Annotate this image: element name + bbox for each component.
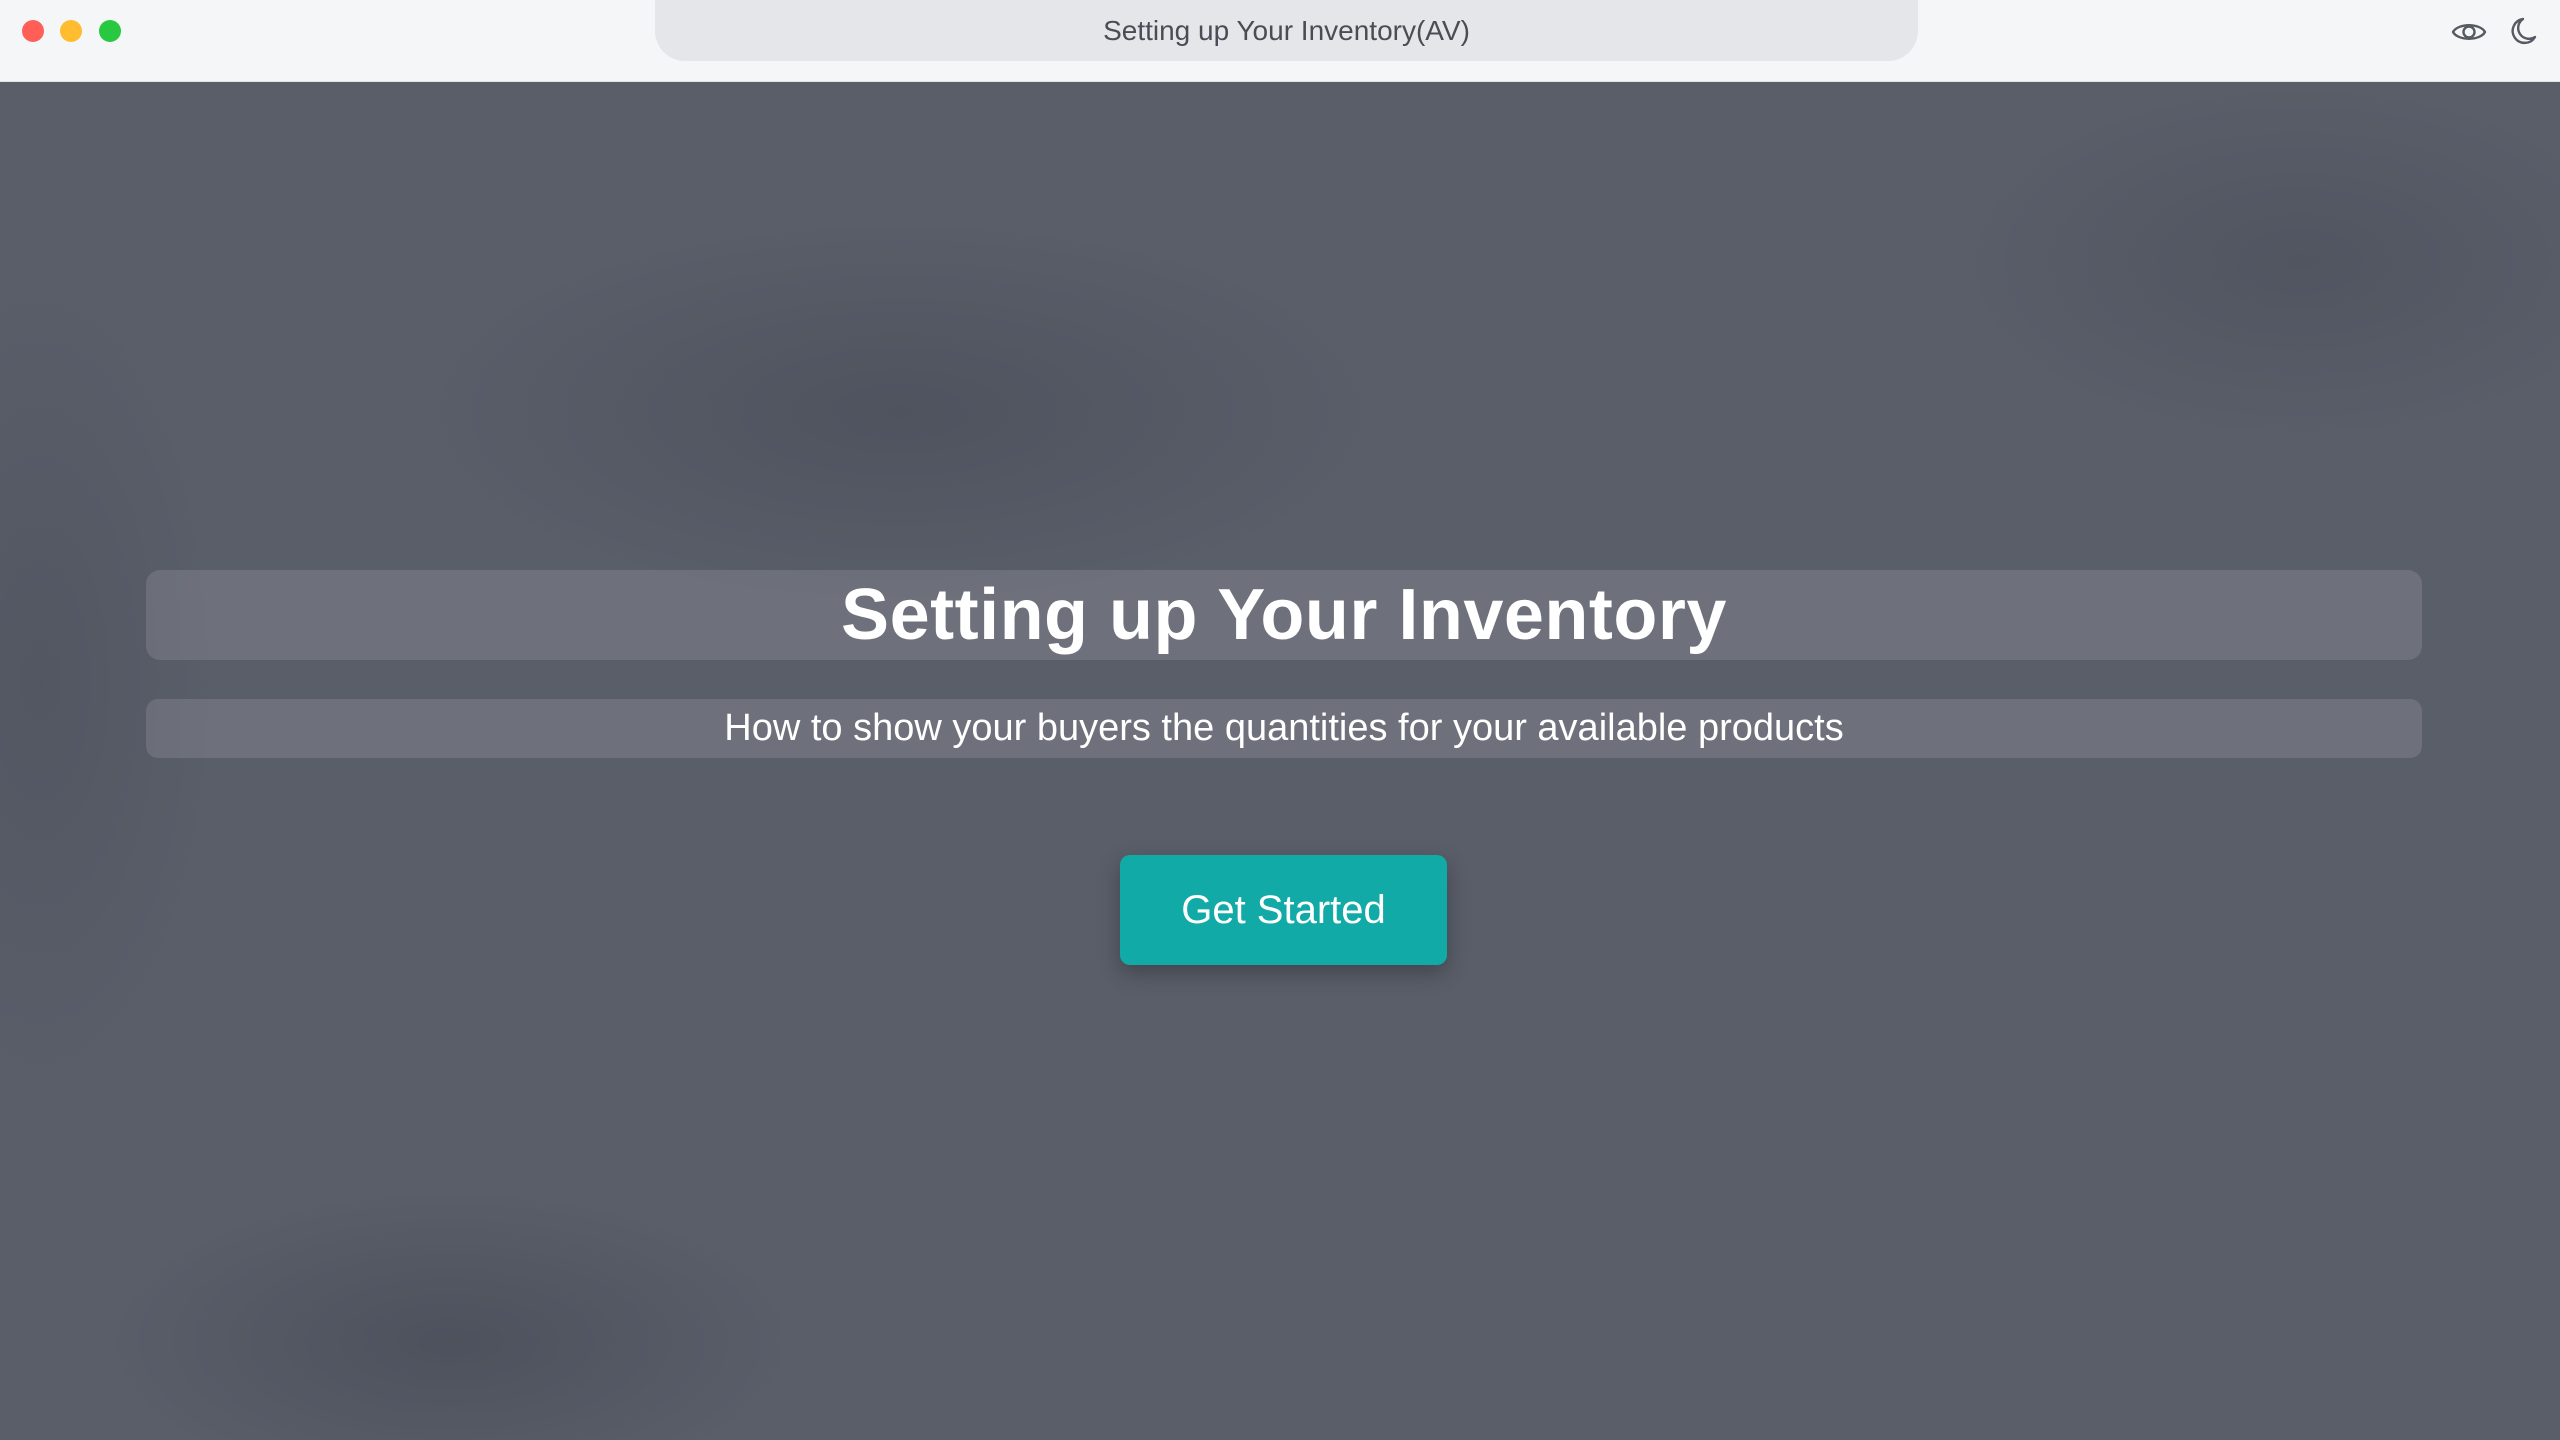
page-title: Setting up Your Inventory (841, 575, 1727, 655)
close-window-button[interactable] (22, 20, 44, 42)
address-bar-title: Setting up Your Inventory(AV) (1103, 14, 1470, 46)
subtitle-panel: How to show your buyers the quantities f… (146, 699, 2422, 758)
moon-icon[interactable] (2508, 14, 2544, 50)
page-subtitle: How to show your buyers the quantities f… (724, 707, 1844, 749)
address-bar[interactable]: Setting up Your Inventory(AV) (655, 0, 1918, 61)
minimize-window-button[interactable] (60, 20, 82, 42)
maximize-window-button[interactable] (99, 20, 121, 42)
title-panel: Setting up Your Inventory (146, 570, 2422, 660)
get-started-button[interactable]: Get Started (1120, 855, 1447, 965)
main-content (0, 82, 2560, 1440)
eye-icon[interactable] (2451, 14, 2487, 50)
window-titlebar: Setting up Your Inventory(AV) (0, 0, 2560, 82)
